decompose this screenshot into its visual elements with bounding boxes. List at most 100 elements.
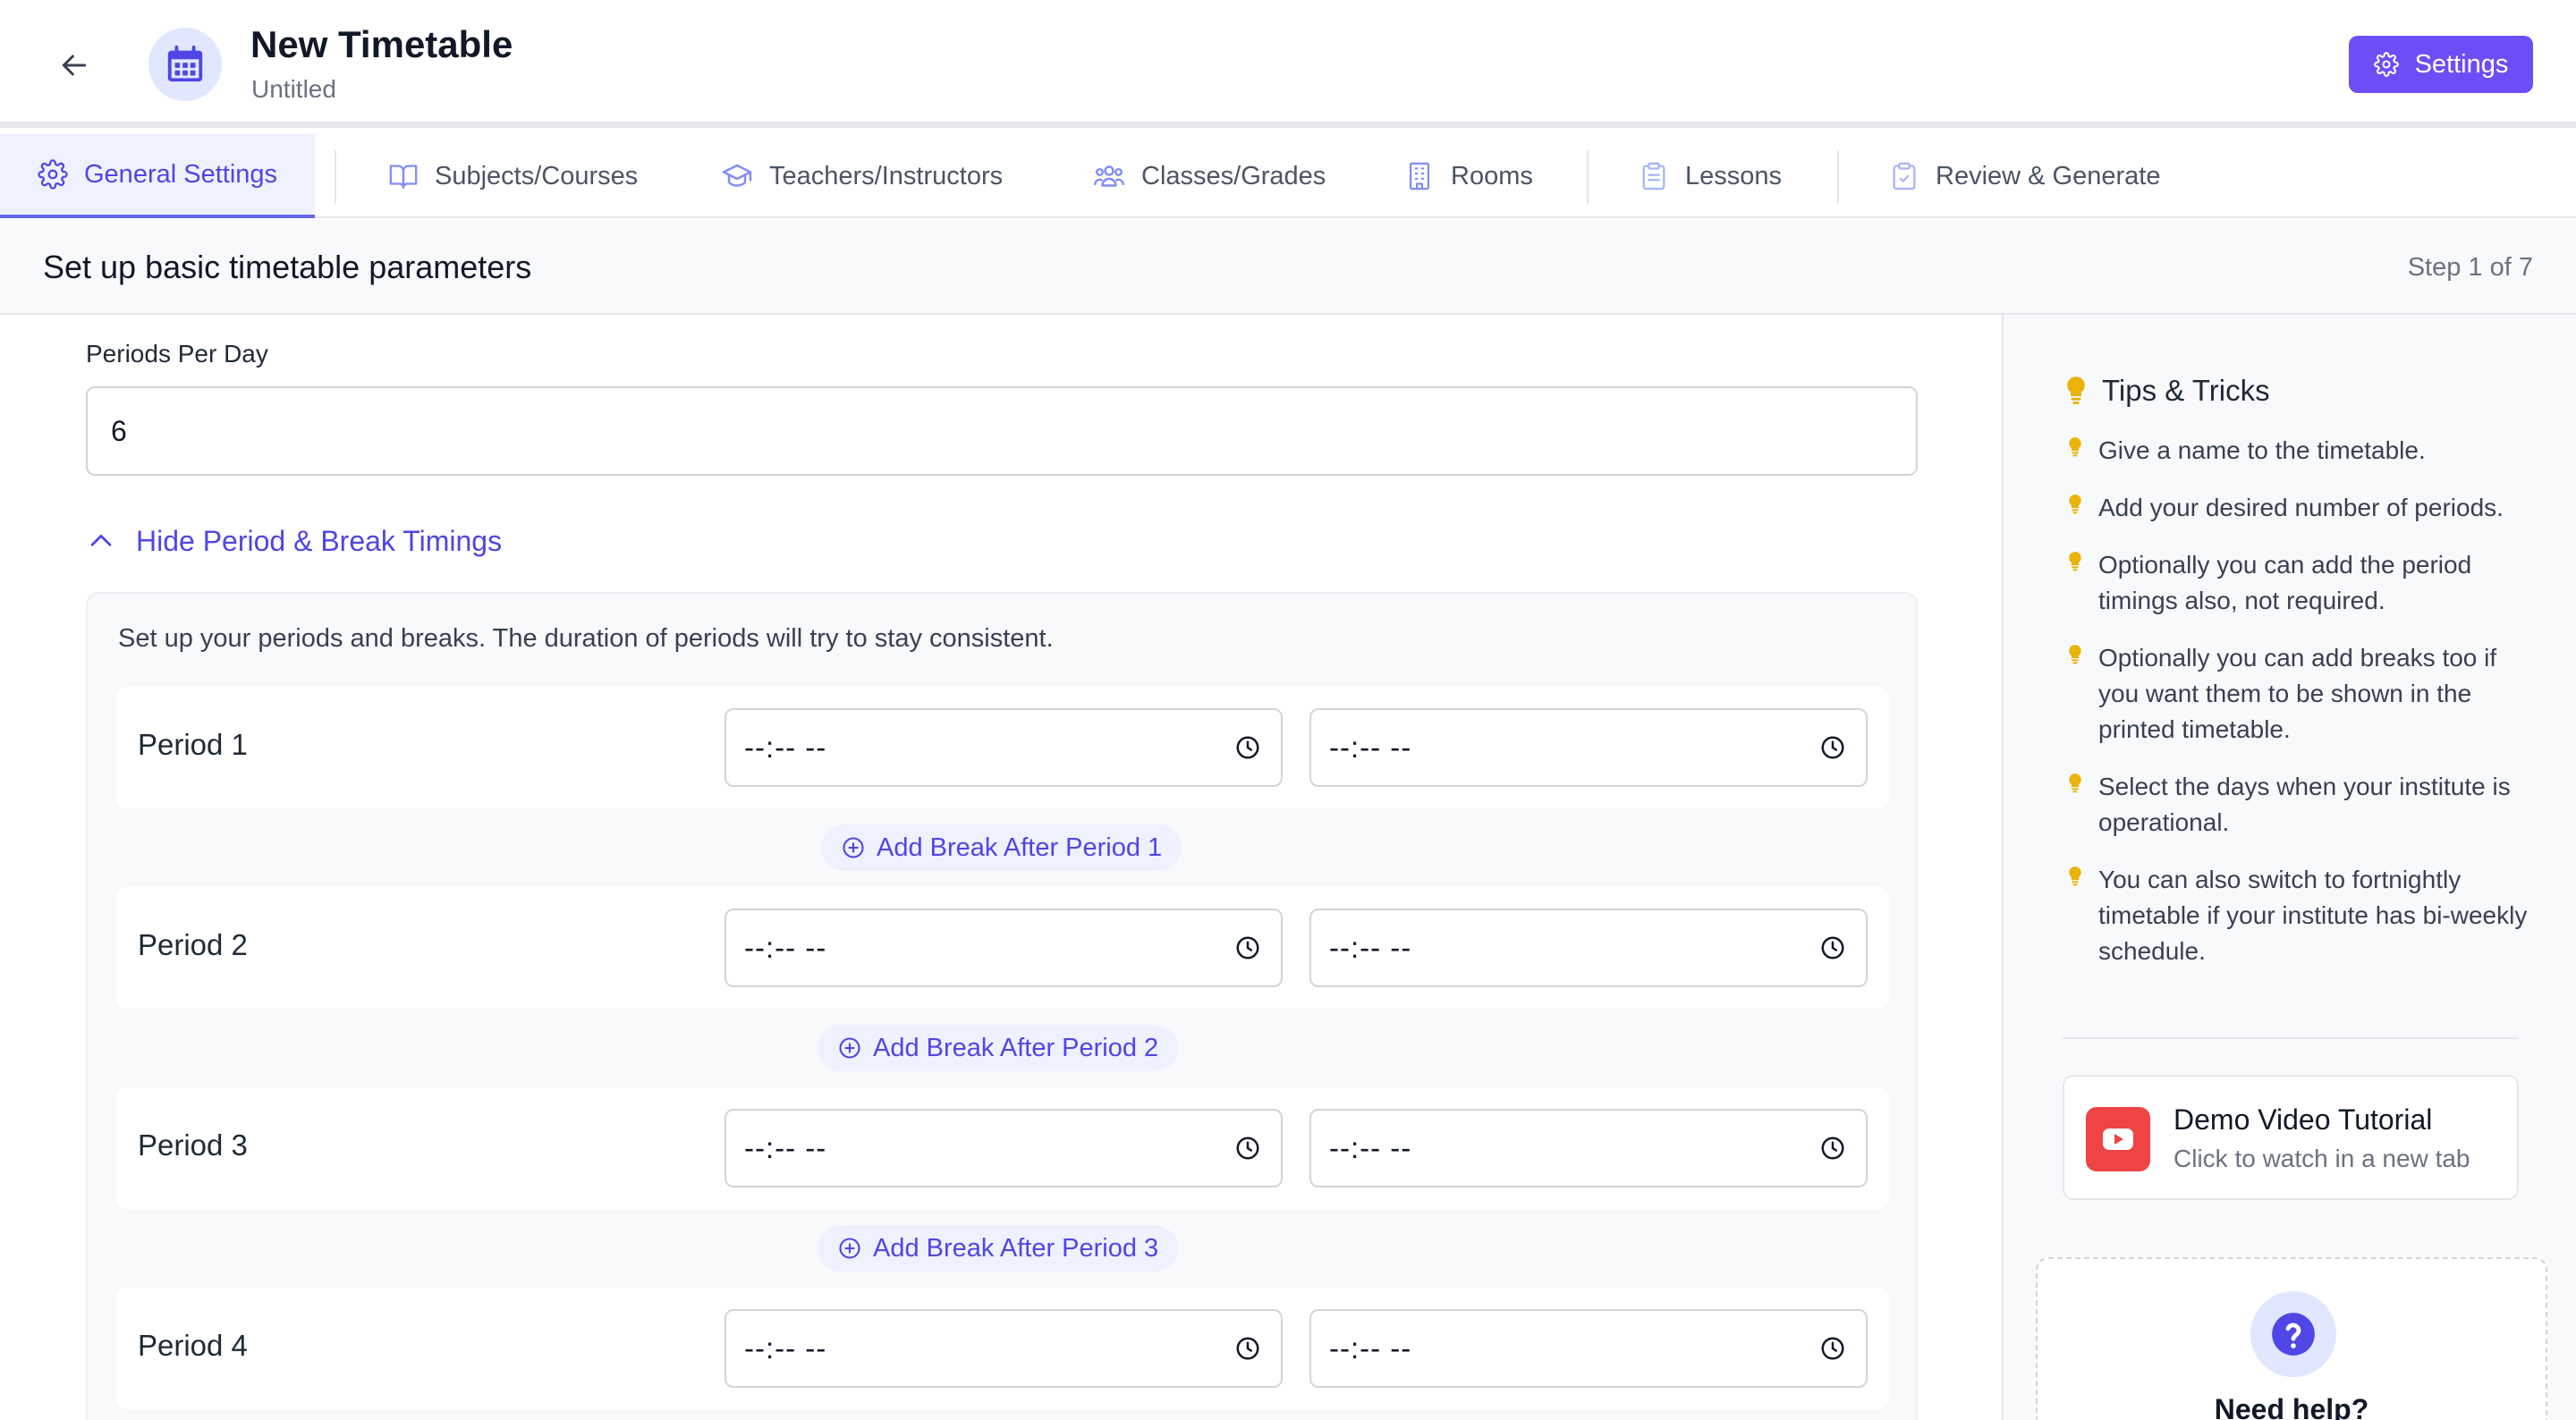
time-placeholder: --:-- -- [744, 931, 827, 964]
tip-item: Add your desired number of periods. [2063, 490, 2528, 526]
clock-icon[interactable] [1819, 1135, 1846, 1162]
video-title: Demo Video Tutorial [2174, 1103, 2433, 1136]
chevron-up-icon [86, 526, 116, 556]
clock-icon[interactable] [1234, 1335, 1261, 1362]
tips-sidebar: Tips & Tricks Give a name to the timetab… [2002, 315, 2576, 1420]
clock-icon[interactable] [1234, 1135, 1261, 1162]
tab-rooms[interactable]: Rooms [1404, 134, 1533, 218]
youtube-icon [2086, 1107, 2150, 1171]
period-start-time-input[interactable]: --:-- -- [724, 1109, 1283, 1188]
tip-item: Give a name to the timetable. [2063, 433, 2528, 469]
toggle-timings-button[interactable]: Hide Period & Break Timings [86, 519, 502, 563]
tip-text: Optionally you can add the period timing… [2098, 551, 2472, 614]
tip-text: Add your desired number of periods. [2098, 494, 2504, 521]
toggle-timings-label: Hide Period & Break Timings [136, 524, 503, 557]
lightbulb-icon [2066, 494, 2084, 515]
add-break-label: Add Break After Period 2 [873, 1033, 1159, 1062]
time-placeholder: --:-- -- [744, 731, 827, 764]
time-placeholder: --:-- -- [1329, 931, 1412, 964]
app-header: New Timetable Untitled Settings [0, 0, 2576, 128]
period-start-time-input[interactable]: --:-- -- [724, 909, 1283, 987]
gear-icon [2373, 52, 2399, 77]
tips-list: Give a name to the timetable. Add your d… [2063, 433, 2528, 991]
period-row: Period 1 --:-- -- --:-- -- [116, 687, 1889, 808]
users-icon [1093, 160, 1125, 192]
add-break-button[interactable]: Add Break After Period 3 [818, 1225, 1179, 1272]
clock-icon[interactable] [1234, 934, 1261, 961]
back-arrow-icon[interactable] [52, 43, 97, 88]
tab-label: Classes/Grades [1141, 161, 1326, 190]
book-icon [388, 161, 419, 191]
timetable-name: Untitled [251, 75, 336, 103]
lightbulb-icon [2066, 773, 2084, 794]
period-timings-panel: Set up your periods and breaks. The dura… [86, 592, 1918, 1420]
tab-label: General Settings [84, 159, 278, 189]
main-form: Periods Per Day 6 Hide Period & Break Ti… [0, 315, 2002, 1420]
time-placeholder: --:-- -- [1329, 1131, 1412, 1164]
lightbulb-icon [2063, 376, 2089, 406]
tab-general-settings[interactable]: General Settings [0, 134, 316, 218]
periods-per-day-value: 6 [111, 414, 127, 447]
plus-circle-icon [837, 1236, 862, 1261]
video-subtitle: Click to watch in a new tab [2174, 1145, 2470, 1172]
period-end-time-input[interactable]: --:-- -- [1309, 909, 1868, 987]
tab-label: Subjects/Courses [435, 161, 639, 190]
tab-classes-grades[interactable]: Classes/Grades [1093, 134, 1326, 218]
clock-icon[interactable] [1819, 934, 1846, 961]
graduation-cap-icon [721, 160, 753, 192]
tip-text: You can also switch to fortnightly timet… [2098, 866, 2528, 965]
time-placeholder: --:-- -- [1329, 731, 1412, 764]
building-icon [1404, 161, 1435, 191]
add-break-label: Add Break After Period 3 [873, 1233, 1159, 1263]
settings-button[interactable]: Settings [2349, 36, 2533, 93]
tab-label: Review & Generate [1936, 161, 2161, 190]
period-end-time-input[interactable]: --:-- -- [1309, 1109, 1868, 1188]
tip-item: Optionally you can add the period timing… [2063, 547, 2528, 619]
add-break-button[interactable]: Add Break After Period 1 [821, 824, 1182, 871]
help-title: Need help? [2214, 1393, 2369, 1420]
step-counter: Step 1 of 7 [2407, 253, 2533, 282]
demo-video-card[interactable]: Demo Video Tutorial Click to watch in a … [2063, 1075, 2519, 1200]
tab-lessons[interactable]: Lessons [1639, 134, 1782, 218]
lightbulb-icon [2066, 866, 2084, 887]
tab-teachers-instructors[interactable]: Teachers/Instructors [721, 134, 1003, 218]
divider [2063, 1037, 2519, 1039]
period-start-time-input[interactable]: --:-- -- [724, 1309, 1283, 1388]
help-card[interactable]: Need help? [2036, 1257, 2547, 1420]
tips-title: Tips & Tricks [2102, 374, 2270, 407]
clock-icon[interactable] [1819, 1335, 1846, 1362]
add-break-button[interactable]: Add Break After Period 2 [818, 1025, 1179, 1071]
tab-label: Lessons [1685, 161, 1783, 190]
period-end-time-input[interactable]: --:-- -- [1309, 708, 1868, 787]
tab-subjects-courses[interactable]: Subjects/Courses [388, 134, 638, 218]
tip-item: Optionally you can add breaks too if you… [2063, 640, 2528, 748]
period-label: Period 4 [138, 1329, 248, 1362]
step-tabs: General Settings Subjects/Courses Teache… [0, 134, 2576, 218]
clock-icon[interactable] [1234, 734, 1261, 761]
tab-label: Teachers/Instructors [769, 161, 1004, 190]
clipboard-check-icon [1889, 161, 1919, 191]
tip-item: Select the days when your institute is o… [2063, 769, 2528, 841]
tab-divider [335, 150, 336, 204]
period-label: Period 2 [138, 928, 248, 961]
period-end-time-input[interactable]: --:-- -- [1309, 1309, 1868, 1388]
periods-per-day-label: Periods Per Day [86, 340, 268, 368]
period-start-time-input[interactable]: --:-- -- [724, 708, 1283, 787]
step-header: Set up basic timetable parameters Step 1… [0, 220, 2576, 315]
periods-per-day-input[interactable]: 6 [86, 386, 1918, 476]
lightbulb-icon [2066, 644, 2084, 665]
period-label: Period 3 [138, 1128, 248, 1162]
period-row: Period 4 --:-- -- --:-- -- [116, 1288, 1889, 1409]
time-placeholder: --:-- -- [744, 1131, 827, 1164]
clipboard-icon [1639, 161, 1669, 191]
lightbulb-icon [2066, 551, 2084, 572]
clock-icon[interactable] [1819, 734, 1846, 761]
period-label: Period 1 [138, 728, 248, 761]
step-title: Set up basic timetable parameters [43, 249, 532, 285]
tab-review-generate[interactable]: Review & Generate [1889, 134, 2160, 218]
tab-label: Rooms [1451, 161, 1533, 190]
tips-header: Tips & Tricks [2063, 374, 2270, 408]
add-break-label: Add Break After Period 1 [877, 833, 1163, 862]
question-circle-icon [2250, 1291, 2336, 1377]
time-placeholder: --:-- -- [1329, 1331, 1412, 1365]
